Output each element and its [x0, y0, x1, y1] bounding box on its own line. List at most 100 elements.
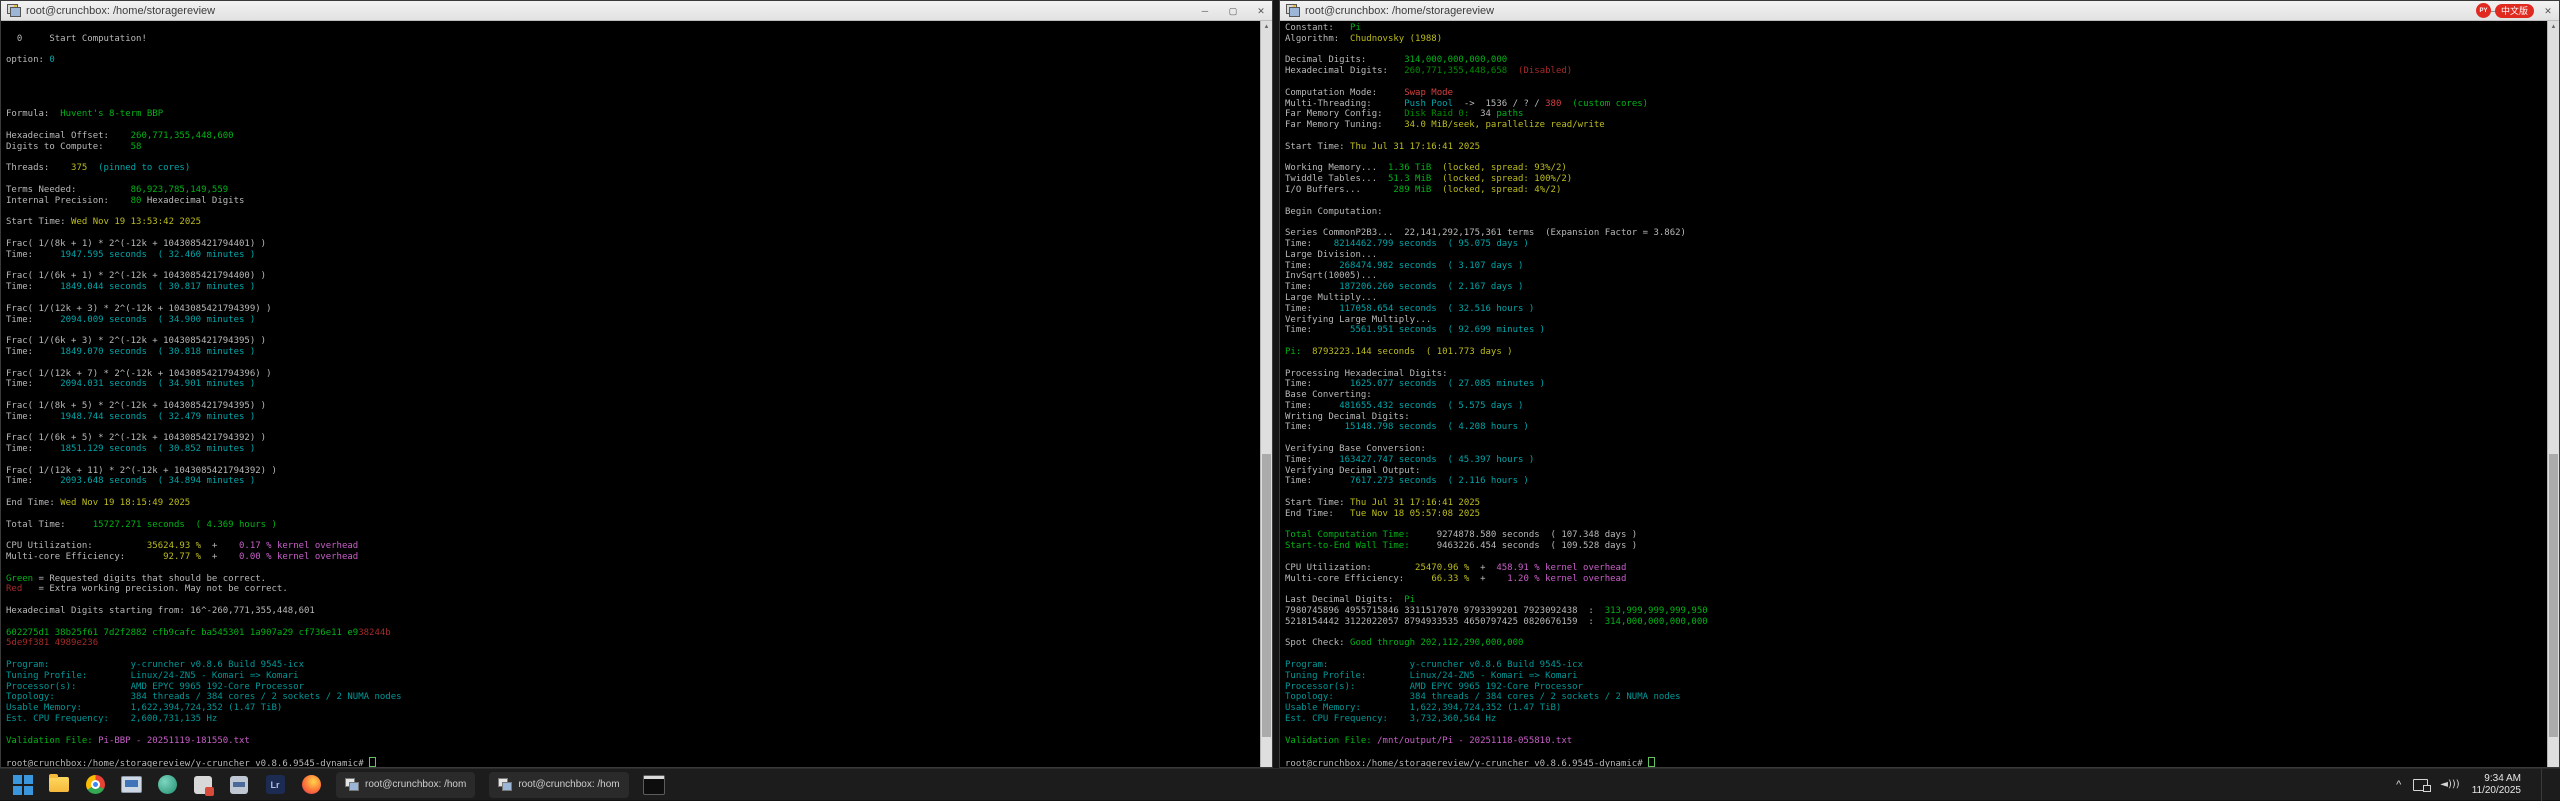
utility-icon: [230, 776, 248, 794]
remote-desktop-button[interactable]: [120, 774, 142, 796]
taskbar: Lr root@crunchbox: /hom root@crunchbox: …: [0, 768, 2560, 800]
scrollbar-thumb[interactable]: [1262, 454, 1271, 737]
settings-tool-button[interactable]: [192, 774, 214, 796]
terminal-line: Terms Needed: 86,923,785,149,559: [6, 185, 1260, 196]
terminal-line: [1285, 153, 2547, 164]
show-desktop-button[interactable]: [2541, 769, 2546, 801]
terminal-line: Large Multiply...: [1285, 293, 2547, 304]
terminal-line: Hexadecimal Digits starting from: 16^-26…: [6, 606, 1260, 617]
utility-app-button[interactable]: [228, 774, 250, 796]
terminal-line: Est. CPU Frequency: 3,732,360,564 Hz: [1285, 714, 2547, 725]
firefox-button[interactable]: [300, 774, 322, 796]
titlebar-right[interactable]: root@crunchbox: /home/storagereview ─ ▢ …: [1280, 1, 2559, 21]
scroll-up-arrow[interactable]: ▲: [1261, 21, 1272, 33]
terminal-line: Time: 1948.744 seconds ( 32.479 minutes …: [6, 412, 1260, 423]
terminal-line: [1285, 433, 2547, 444]
terminal-line: Frac( 1/(6k + 1) * 2^(-12k + 10430854217…: [6, 271, 1260, 282]
scrollbar[interactable]: ▲: [1260, 21, 1272, 767]
terminal-line: Start Time: Wed Nov 19 13:53:42 2025: [6, 217, 1260, 228]
terminal-line: [6, 45, 1260, 56]
overlay-badge[interactable]: PY 中文版: [2476, 3, 2534, 18]
close-button[interactable]: ✕: [1254, 6, 1268, 17]
terminal-line: [1285, 336, 2547, 347]
terminal-line: [6, 207, 1260, 218]
terminal-line: Decimal Digits: 314,000,000,000,000: [1285, 55, 2547, 66]
terminal-line: [1285, 487, 2547, 498]
lightroom-icon: Lr: [266, 775, 285, 794]
terminal-line: Multi-core Efficiency: 92.77 % + 0.00 % …: [6, 552, 1260, 563]
terminal-line: Frac( 1/(6k + 3) * 2^(-12k + 10430854217…: [6, 336, 1260, 347]
terminal-line: End Time: Tue Nov 18 05:57:08 2025: [1285, 509, 2547, 520]
terminal-line: 5de9f381 4989e236: [6, 638, 1260, 649]
terminal-line: Time: 8214462.799 seconds ( 95.075 days …: [1285, 239, 2547, 250]
terminal-line: Verifying Large Multiply...: [1285, 315, 2547, 326]
lightroom-button[interactable]: Lr: [264, 774, 286, 796]
windows-logo-icon: [13, 775, 33, 795]
putty-icon: [1286, 4, 1300, 17]
terminal-line: Time: 163427.747 seconds ( 45.397 hours …: [1285, 455, 2547, 466]
volume-tray-icon[interactable]: ◄))): [2440, 779, 2459, 790]
badge-label: 中文版: [2495, 4, 2534, 18]
terminal-line: Time: 1849.044 seconds ( 30.817 minutes …: [6, 282, 1260, 293]
chrome-button[interactable]: [84, 774, 106, 796]
terminal-line: Time: 1625.077 seconds ( 27.085 minutes …: [1285, 379, 2547, 390]
terminal-line: Time: 5561.951 seconds ( 92.699 minutes …: [1285, 325, 2547, 336]
terminal-line: option: 0: [6, 55, 1260, 66]
terminal-line: Tuning Profile: Linux/24-ZN5 - Komari =>…: [1285, 671, 2547, 682]
terminal-line: Algorithm: Chudnovsky (1988): [1285, 34, 2547, 45]
network-tray-icon[interactable]: [2413, 779, 2428, 791]
minimize-button[interactable]: ─: [1198, 6, 1212, 16]
scroll-up-arrow[interactable]: ▲: [2548, 21, 2559, 33]
close-button[interactable]: ✕: [2541, 6, 2555, 17]
terminal-line: Frac( 1/(12k + 3) * 2^(-12k + 1043085421…: [6, 304, 1260, 315]
tray-expand-chevron-icon[interactable]: ^: [2396, 779, 2401, 791]
file-explorer-button[interactable]: [48, 774, 70, 796]
terminal-line: [6, 746, 1260, 757]
terminal-line: root@crunchbox:/home/storagereview/y-cru…: [1285, 757, 2547, 767]
titlebar-left[interactable]: root@crunchbox: /home/storagereview ─ ▢ …: [1, 1, 1272, 21]
terminal-output-right[interactable]: Constant: PiAlgorithm: Chudnovsky (1988)…: [1280, 21, 2547, 767]
terminal-line: Usable Memory: 1,622,394,724,352 (1.47 T…: [1285, 703, 2547, 714]
terminal-line: I/O Buffers... 289 MiB (locked, spread: …: [1285, 185, 2547, 196]
terminal-line: [6, 390, 1260, 401]
start-button[interactable]: [12, 774, 34, 796]
terminal-line: Frac( 1/(6k + 5) * 2^(-12k + 10430854217…: [6, 433, 1260, 444]
terminal-cursor: [1648, 757, 1655, 767]
maps-app-button[interactable]: [156, 774, 178, 796]
scrollbar[interactable]: ▲: [2547, 21, 2559, 767]
terminal-line: Time: 117058.654 seconds ( 32.516 hours …: [1285, 304, 2547, 315]
window-title: root@crunchbox: /home/storagereview: [1305, 5, 1494, 17]
terminal-line: Time: 1849.070 seconds ( 30.818 minutes …: [6, 347, 1260, 358]
terminal-line: [1285, 196, 2547, 207]
terminal-line: Verifying Base Conversion:: [1285, 444, 2547, 455]
scrollbar-thumb[interactable]: [2549, 454, 2558, 737]
terminal-line: [6, 153, 1260, 164]
terminal-line: Time: 2093.648 seconds ( 34.894 minutes …: [6, 476, 1260, 487]
terminal-line: Start Time: Thu Jul 31 17:16:41 2025: [1285, 498, 2547, 509]
terminal-line: [1285, 725, 2547, 736]
badge-logo-icon: PY: [2476, 3, 2491, 18]
terminal-line: [6, 174, 1260, 185]
taskbar-clock[interactable]: 9:34 AM 11/20/2025: [2472, 773, 2521, 797]
terminal-app-button[interactable]: [643, 775, 665, 795]
terminal-output-left[interactable]: 0 Start Computation!option: 0Formula: Hu…: [1, 21, 1260, 767]
terminal-line: Writing Decimal Digits:: [1285, 412, 2547, 423]
maximize-button[interactable]: ▢: [1226, 6, 1240, 17]
terminal-line: Time: 2094.009 seconds ( 34.900 minutes …: [6, 315, 1260, 326]
folder-icon: [49, 777, 69, 792]
terminal-line: Validation File: Pi-BBP - 20251119-18155…: [6, 736, 1260, 747]
terminal-line: Computation Mode: Swap Mode: [1285, 88, 2547, 99]
terminal-line: Digits to Compute: 58: [6, 142, 1260, 153]
terminal-line: [6, 617, 1260, 628]
terminal-line: 5218154442 3122022057 8794933535 4650797…: [1285, 617, 2547, 628]
terminal-line: InvSqrt(10005)...: [1285, 271, 2547, 282]
taskbar-window-button-2[interactable]: root@crunchbox: /hom: [489, 772, 628, 798]
monitor-icon: [121, 776, 142, 793]
terminal-line: Working Memory... 1.36 TiB (locked, spre…: [1285, 163, 2547, 174]
terminal-line: Verifying Decimal Output:: [1285, 466, 2547, 477]
terminal-line: Time: 15148.798 seconds ( 4.208 hours ): [1285, 422, 2547, 433]
taskbar-window-button-1[interactable]: root@crunchbox: /hom: [336, 772, 475, 798]
terminal-line: Frac( 1/(12k + 7) * 2^(-12k + 1043085421…: [6, 369, 1260, 380]
terminal-line: Green = Requested digits that should be …: [6, 574, 1260, 585]
terminal-line: [6, 228, 1260, 239]
